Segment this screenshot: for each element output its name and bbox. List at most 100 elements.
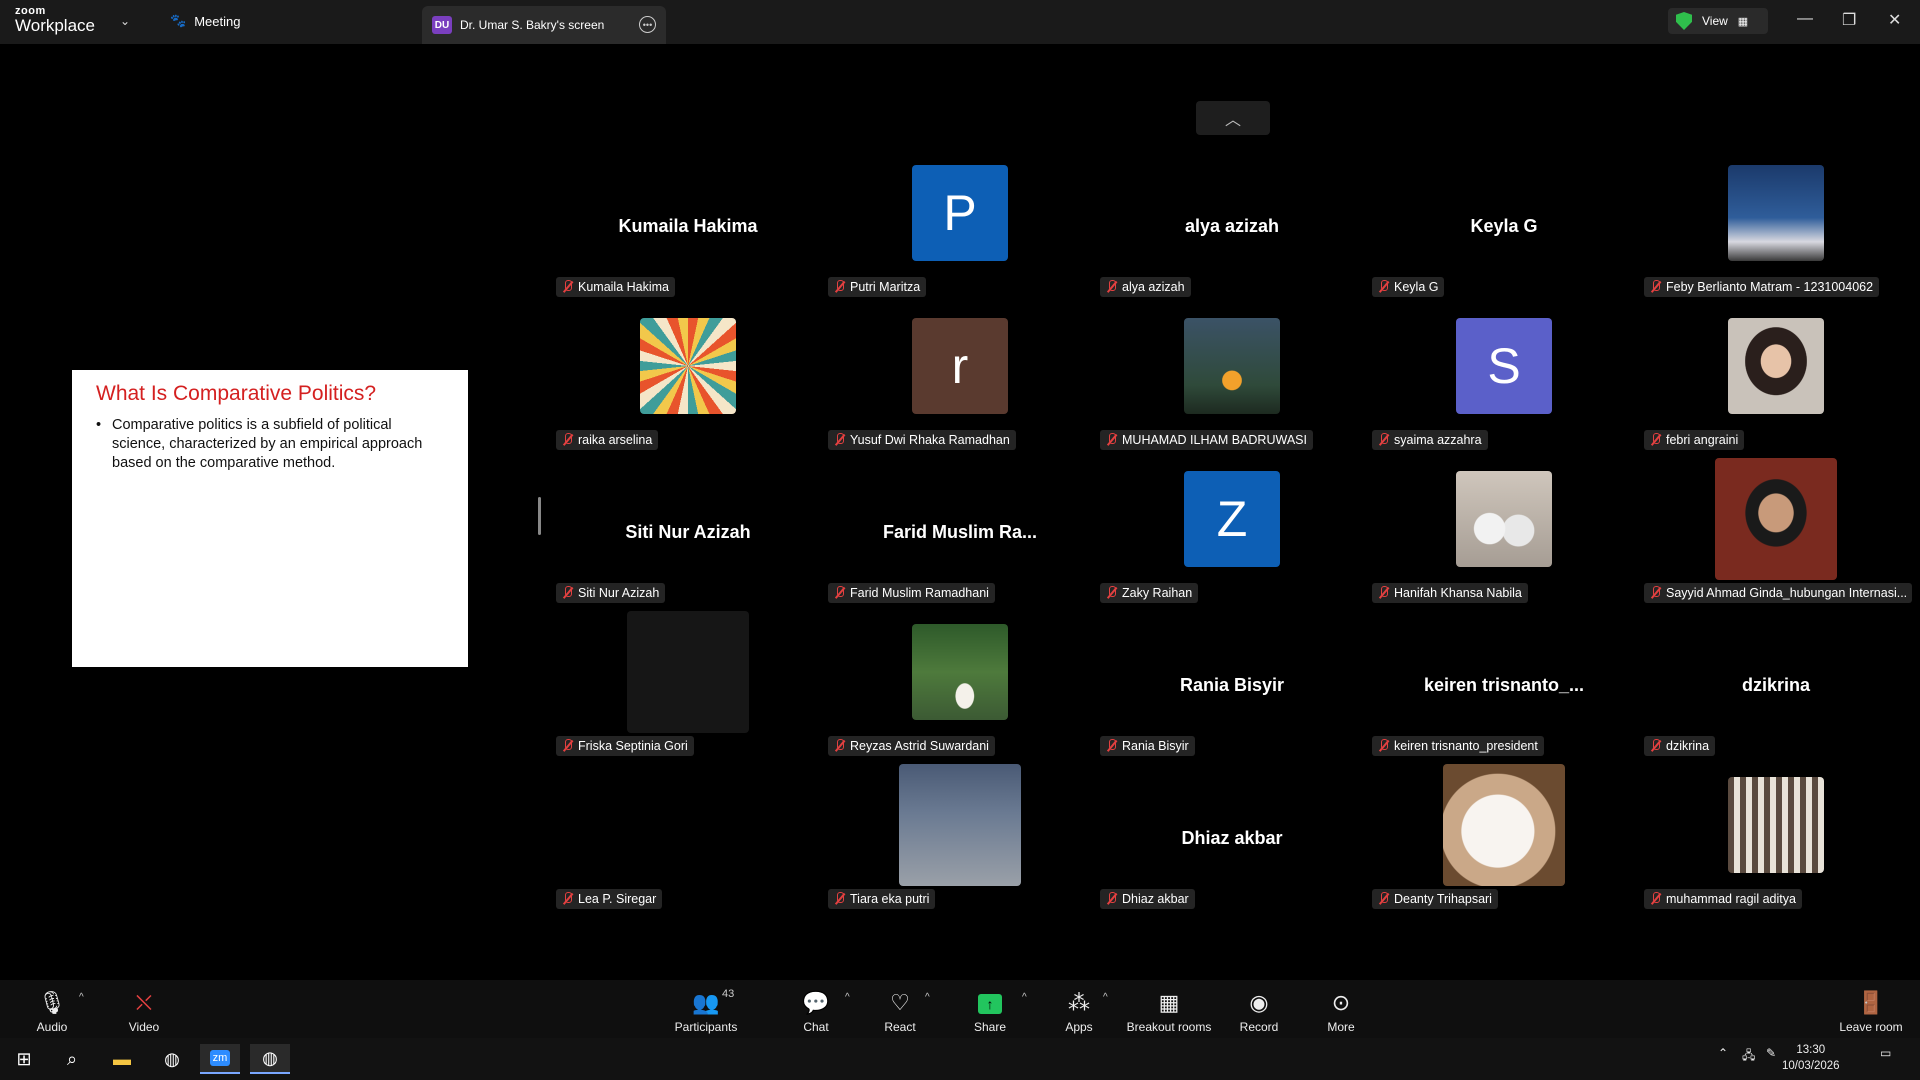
participant-tile[interactable]: Rania Bisyir Rania Bisyir [1096,630,1368,783]
participant-tile[interactable]: r Yusuf Dwi Rhaka Ramadhan [824,318,1096,477]
breakout-rooms-button[interactable]: ▦ Breakout rooms [1124,980,1214,1038]
participant-name-label: MUHAMAD ILHAM BADRUWASI [1100,430,1313,450]
participant-name-label: Siti Nur Azizah [556,583,666,603]
participant-tile[interactable]: Ssyaima azzahra [1368,318,1640,477]
participant-tile[interactable]: Tiara eka putri [824,764,1096,936]
breakout-label: Breakout rooms [1126,1020,1212,1034]
screen-share-tab[interactable]: DU Dr. Umar S. Bakry's screen ••• [422,6,666,44]
share-options-caret-icon[interactable]: ^ [1022,992,1027,1003]
react-label: React [884,1020,916,1034]
participant-tile[interactable]: alya azizah alya azizah [1096,171,1368,324]
participant-tile[interactable]: Dhiaz akbar Dhiaz akbar [1096,783,1368,936]
muted-mic-icon [1650,739,1661,753]
participant-photo [1184,318,1280,414]
participant-name-label: muhammad ragil aditya [1644,889,1802,909]
apps-button[interactable]: ⁂ Apps [1062,980,1096,1038]
record-button[interactable]: ◉ Record [1238,980,1280,1038]
react-options-caret-icon[interactable]: ^ [925,992,930,1003]
leave-room-button[interactable]: 🚪 Leave room [1838,980,1904,1038]
record-icon: ◉ [1249,990,1269,1015]
participant-tile[interactable]: dzikrina dzikrina [1640,630,1912,783]
panel-splitter-handle[interactable] [538,497,541,535]
participant-tile[interactable]: keiren trisnanto_... keiren trisnanto_pre… [1368,630,1640,783]
scroll-up-button[interactable]: ︿ [1196,101,1270,135]
muted-mic-icon [562,433,573,447]
chevron-down-icon[interactable]: ⌄ [120,14,130,28]
breakout-rooms-icon: ▦ [1158,990,1180,1015]
participant-photo [1715,458,1837,580]
participant-name-label: dzikrina [1644,736,1716,756]
muted-mic-icon [1378,739,1389,753]
participant-photo [640,318,736,414]
slide-bullet: • Comparative politics is a subfield of … [96,416,444,473]
chat-options-caret-icon[interactable]: ^ [845,992,850,1003]
system-clock[interactable]: 13:30 10/03/2026 [1782,1042,1840,1074]
apps-icon: ⁂ [1068,990,1090,1015]
restore-icon[interactable]: ❐ [1842,10,1856,30]
participant-tile[interactable]: Siti Nur Azizah Siti Nur Azizah [552,477,824,630]
view-label: View [1702,14,1728,28]
chevron-up-tray-icon[interactable]: ⌃ [1718,1046,1728,1060]
participant-tile[interactable]: Hanifah Khansa Nabila [1368,471,1640,630]
network-icon[interactable]: 🖧 [1742,1046,1755,1067]
minimize-icon[interactable]: — [1797,10,1813,28]
participant-photo [1728,777,1824,873]
participant-tile[interactable]: MUHAMAD ILHAM BADRUWASI [1096,318,1368,477]
participant-tile[interactable]: Lea P. Siregar [552,764,824,936]
chrome-profile-icon[interactable]: ◍ [250,1044,290,1074]
apps-options-caret-icon[interactable]: ^ [1103,992,1108,1003]
muted-mic-icon [1106,280,1117,294]
muted-mic-icon [562,280,573,294]
app-logo[interactable]: zoom Workplace [15,6,95,35]
participant-photo [627,764,749,886]
participant-name-label: Zaky Raihan [1100,583,1199,603]
participant-tile[interactable]: Farid Muslim Ra... Farid Muslim Ramadhani [824,477,1096,630]
participant-tile[interactable]: febri angraini [1640,318,1912,477]
search-icon[interactable]: ⌕ [52,1044,92,1074]
participant-tile[interactable]: raika arselina [552,318,824,477]
participant-display-name: dzikrina [1741,675,1811,695]
participant-tile[interactable]: Z Zaky Raihan [1096,471,1368,630]
pen-icon[interactable]: ✎ [1766,1046,1776,1060]
participant-tile[interactable]: P Putri Maritza [824,165,1096,324]
participant-tile[interactable]: Sayyid Ahmad Ginda_hubungan Internasi... [1640,458,1912,630]
slide-title: What Is Comparative Politics? [96,382,377,405]
video-button[interactable]: ⛌ Video [122,980,166,1038]
participant-photo [1443,764,1565,886]
participant-name: Hanifah Khansa Nabila [1394,586,1522,600]
audio-button[interactable]: 🎙 Audio [30,980,74,1038]
muted-mic-icon [1650,280,1661,294]
more-options-icon[interactable]: ••• [639,16,656,33]
participant-tile[interactable]: Kumaila Hakima Kumaila Hakima [552,171,824,324]
participant-tile[interactable]: Reyzas Astrid Suwardani [824,624,1096,783]
logo-bottom: Workplace [15,16,95,35]
participant-tile[interactable]: Friska Septinia Gori [552,611,824,783]
chrome-icon[interactable]: ◍ [152,1044,192,1074]
audio-options-caret-icon[interactable]: ^ [79,992,84,1003]
more-button[interactable]: ⊙ More [1324,980,1358,1038]
participants-label: Participants [674,1020,738,1034]
meeting-tab[interactable]: 🐾 Meeting [170,13,240,29]
react-button[interactable]: ♡ React [882,980,918,1038]
participant-display-name: alya azizah [1184,216,1280,236]
clock-time: 13:30 [1796,1044,1826,1056]
chat-button[interactable]: 💬 Chat [798,980,834,1038]
participant-tile[interactable]: Feby Berlianto Matram - 1231004062 [1640,165,1912,324]
participant-name: raika arselina [578,433,653,447]
file-explorer-icon[interactable]: ▬ [102,1044,142,1074]
notification-icon[interactable]: ▭ [1880,1046,1891,1060]
participant-name-label: Reyzas Astrid Suwardani [828,736,995,756]
participant-photo [627,611,749,733]
close-icon[interactable]: ✕ [1888,10,1901,30]
participant-name: Dhiaz akbar [1122,892,1189,906]
windows-start-icon[interactable]: ⊞ [4,1044,44,1074]
share-button[interactable]: ↑ Share [970,980,1010,1038]
participant-tile[interactable]: Keyla G Keyla G [1368,171,1640,324]
participant-tile[interactable]: Deanty Trihapsari [1368,764,1640,936]
participant-name-label: Lea P. Siregar [556,889,663,909]
participant-name: Sayyid Ahmad Ginda_hubungan Internasi... [1666,586,1908,600]
participant-tile[interactable]: muhammad ragil aditya [1640,777,1912,936]
zoom-app-icon[interactable]: zm [200,1044,240,1074]
muted-mic-icon [1650,586,1661,600]
view-button[interactable]: View ▦ [1668,8,1768,34]
